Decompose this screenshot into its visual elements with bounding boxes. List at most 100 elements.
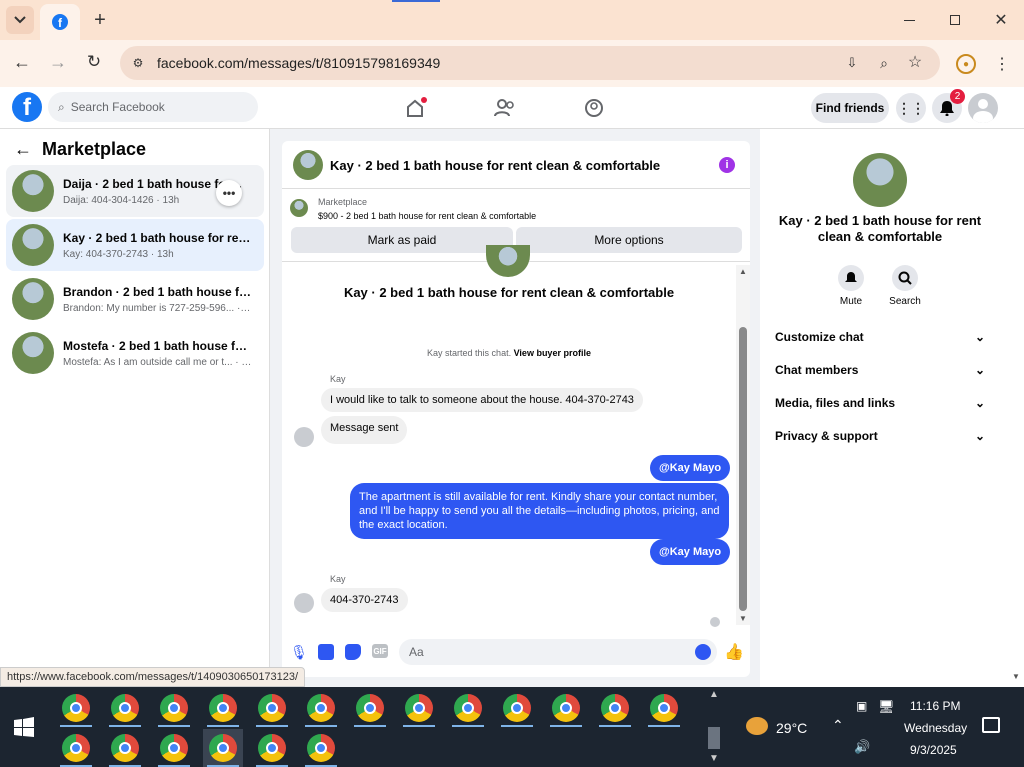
mark-as-paid-button[interactable]: Mark as paid (291, 227, 513, 253)
chat-header-avatar[interactable] (293, 150, 323, 180)
incoming-message[interactable]: I would like to talk to someone about th… (321, 388, 643, 412)
chrome-taskbar-button[interactable] (301, 689, 341, 727)
clock-time[interactable]: 11:16 PM (910, 699, 960, 713)
chrome-taskbar-button[interactable] (595, 689, 635, 727)
chrome-icon (356, 694, 384, 722)
mic-icon[interactable]: 🎙 (290, 644, 308, 660)
back-button[interactable]: ← (10, 50, 34, 74)
chrome-taskbar-button[interactable] (154, 689, 194, 727)
profile-icon[interactable]: ● (956, 54, 976, 74)
browser-tab[interactable]: f (40, 4, 80, 40)
seen-avatar (710, 617, 720, 627)
chrome-taskbar-button[interactable] (448, 689, 488, 727)
scroll-down-arrow[interactable]: ▼ (739, 614, 747, 623)
address-bar[interactable]: ⚙ facebook.com/messages/t/81091579816934… (120, 46, 940, 80)
scroll-thumb[interactable] (739, 327, 747, 611)
chrome-taskbar-button[interactable] (252, 729, 292, 767)
photo-icon[interactable] (318, 644, 334, 660)
chrome-taskbar-button[interactable] (203, 729, 243, 767)
facebook-search[interactable]: ⌕ Search Facebook (48, 92, 258, 122)
gif-icon[interactable]: GIF (372, 644, 388, 658)
chrome-icon (258, 694, 286, 722)
more-options-button[interactable]: More options (516, 227, 742, 253)
taskbar-scroll[interactable]: ▲ ▼ (706, 687, 722, 767)
emoji-icon[interactable] (695, 644, 711, 660)
media-files-section[interactable]: Media, files and links ⌄ (775, 393, 985, 413)
site-info-icon[interactable]: ⚙ (128, 53, 148, 73)
search-conversation-button[interactable] (892, 265, 918, 291)
mute-button[interactable] (838, 265, 864, 291)
chrome-taskbar-button[interactable] (203, 689, 243, 727)
weather-icon[interactable] (746, 717, 768, 735)
find-friends-button[interactable]: Find friends (811, 93, 889, 123)
chrome-icon (209, 734, 237, 762)
chrome-taskbar-button[interactable] (56, 689, 96, 727)
info-icon[interactable]: i (719, 157, 735, 173)
bookmark-star-icon[interactable]: ☆ (905, 52, 925, 72)
close-window-button[interactable]: ✕ (988, 8, 1014, 32)
privacy-support-section[interactable]: Privacy & support ⌄ (775, 426, 985, 446)
incoming-message[interactable]: Message sent (321, 416, 408, 444)
tab-indicator (392, 0, 440, 2)
chrome-taskbar-button[interactable] (350, 689, 390, 727)
minimize-button[interactable] (896, 8, 922, 32)
chrome-taskbar-button[interactable] (497, 689, 537, 727)
start-button[interactable] (14, 717, 34, 737)
listing-thumbnail (12, 170, 54, 212)
chrome-taskbar-button[interactable] (154, 729, 194, 767)
clock-day[interactable]: Wednesday (904, 721, 967, 735)
started-text: Kay started this chat. (427, 348, 512, 358)
search-icon: ⌕ (58, 99, 65, 114)
scroll-up-arrow[interactable]: ▲ (739, 267, 747, 276)
meet-now-icon[interactable]: ▣ (856, 699, 867, 713)
customize-chat-section[interactable]: Customize chat ⌄ (775, 327, 985, 347)
weather-temp[interactable]: 29°C (776, 720, 807, 736)
chrome-taskbar-button[interactable] (644, 689, 684, 727)
chrome-taskbar-button[interactable] (399, 689, 439, 727)
chrome-taskbar-button[interactable] (105, 689, 145, 727)
conversation-item-kay[interactable]: Kay · 2 bed 1 bath house for rent cl... … (6, 219, 264, 271)
chrome-taskbar-button[interactable] (252, 689, 292, 727)
chat-header-title[interactable]: Kay · 2 bed 1 bath house for rent clean … (330, 158, 660, 173)
groups-icon[interactable] (581, 95, 607, 121)
chat-members-section[interactable]: Chat members ⌄ (775, 360, 985, 380)
forward-button[interactable]: → (46, 50, 70, 74)
outgoing-mention[interactable]: @Kay Mayo (650, 455, 731, 481)
outgoing-mention[interactable]: @Kay Mayo (650, 539, 731, 565)
incoming-message[interactable]: 404-370-2743 (321, 588, 408, 612)
install-app-icon[interactable]: ⇩ (842, 53, 862, 73)
restore-button[interactable] (942, 8, 968, 32)
reload-button[interactable]: ↻ (82, 50, 106, 74)
new-tab-button[interactable]: + (88, 8, 112, 32)
view-buyer-profile-link[interactable]: View buyer profile (514, 348, 591, 358)
page-scroll-down-arrow[interactable]: ▼ (1012, 672, 1020, 681)
listing-price[interactable]: $900 - 2 bed 1 bath house for rent clean… (318, 211, 536, 221)
clock-date[interactable]: 9/3/2025 (910, 743, 957, 757)
tray-expand-icon[interactable]: ⌃ (832, 717, 844, 734)
network-icon[interactable]: 🖥 (878, 699, 895, 715)
browser-menu-icon[interactable]: ⋮ (992, 54, 1012, 74)
back-arrow-icon[interactable]: ← (14, 139, 32, 160)
notification-center-icon[interactable] (982, 717, 1000, 733)
zoom-icon[interactable]: ⌕ (874, 53, 894, 73)
facebook-logo[interactable]: f (12, 92, 42, 122)
message-input[interactable]: Aa (399, 639, 717, 665)
like-icon[interactable]: 👍 (724, 643, 744, 661)
chrome-taskbar-button[interactable] (56, 729, 96, 767)
conversation-item-brandon[interactable]: Brandon · 2 bed 1 bath house for r... Br… (6, 273, 264, 325)
chrome-taskbar-button[interactable] (301, 729, 341, 767)
outgoing-message[interactable]: The apartment is still available for ren… (350, 483, 729, 539)
friends-icon[interactable] (492, 95, 518, 121)
url-text[interactable]: facebook.com/messages/t/810915798169349 (157, 55, 440, 71)
message-scrollbar[interactable]: ▲ ▼ (736, 265, 750, 625)
menu-grid-icon[interactable]: ⋮⋮ (896, 93, 926, 123)
volume-icon[interactable]: 🔊 (854, 739, 870, 755)
conversation-options-button[interactable]: ••• (216, 180, 242, 206)
account-avatar[interactable] (968, 93, 998, 123)
home-icon[interactable] (402, 95, 428, 121)
sticker-icon[interactable] (345, 644, 361, 660)
chrome-taskbar-button[interactable] (546, 689, 586, 727)
chrome-taskbar-button[interactable] (105, 729, 145, 767)
conversation-item-mostefa[interactable]: Mostefa · 2 bed 1 bath house for r... Mo… (6, 327, 264, 379)
tab-search-button[interactable] (6, 6, 34, 34)
